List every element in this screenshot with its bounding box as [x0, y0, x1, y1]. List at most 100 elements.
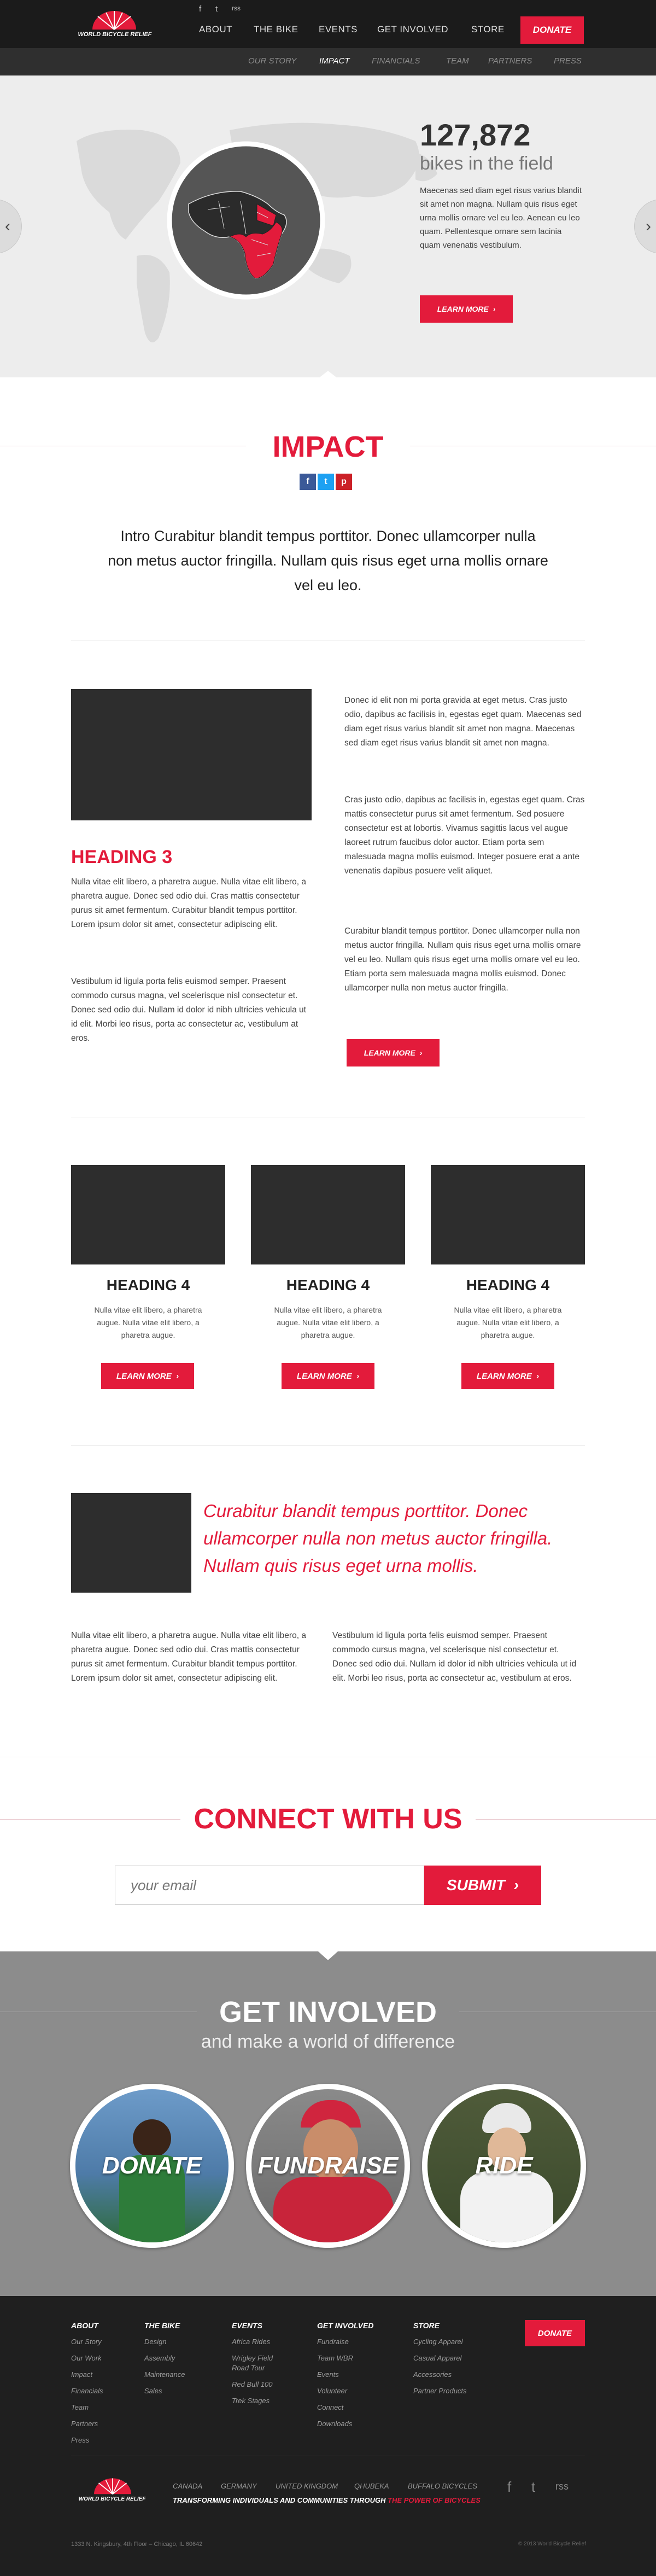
share-icons: f t p [300, 474, 352, 490]
nav-store[interactable]: STORE [471, 24, 505, 35]
footer-link[interactable]: Press [71, 2436, 89, 2444]
footer-link[interactable]: Partners [71, 2420, 98, 2428]
hero-body: Maecenas sed diam eget risus varius blan… [420, 186, 582, 250]
involved-subtitle: and make a world of difference [201, 2031, 455, 2052]
nav-events[interactable]: EVENTS [319, 24, 358, 35]
twitter-icon[interactable]: t [215, 4, 218, 14]
footer-col-about-title[interactable]: ABOUT [71, 2321, 98, 2330]
card-2-image [251, 1165, 405, 1264]
footer-link[interactable]: Maintenance [144, 2370, 185, 2379]
impact-title: IMPACT [272, 430, 384, 463]
footer-link[interactable]: Impact [71, 2370, 92, 2379]
footer-link[interactable]: Red Bull 100 [232, 2380, 272, 2388]
footer-link[interactable]: Trek Stages [232, 2397, 270, 2405]
footer-country-canada[interactable]: CANADA [173, 2482, 202, 2490]
footer-link[interactable]: Volunteer [317, 2387, 347, 2395]
submit-button[interactable]: SUBMIT › [424, 1866, 541, 1905]
donate-circle-link[interactable]: DONATE [70, 2084, 234, 2248]
footer-link[interactable]: Team WBR [317, 2354, 353, 2362]
footer-address: 1333 N. Kingsbury, 4th Floor – Chicago, … [71, 2541, 203, 2548]
nav-the-bike[interactable]: THE BIKE [254, 24, 298, 35]
quote-left-text: Nulla vitae elit libero, a pharetra augu… [71, 1631, 306, 1683]
twitter-share-icon[interactable]: t [318, 474, 334, 490]
rss-icon[interactable]: rss [232, 4, 241, 12]
footer-link[interactable]: Accessories [413, 2370, 452, 2379]
subnav-impact[interactable]: IMPACT [319, 56, 350, 66]
footer-tagline-a: TRANSFORMING INDIVIDUALS AND COMMUNITIES… [173, 2496, 388, 2504]
footer-link[interactable]: Design [144, 2338, 166, 2346]
subnav-our-story[interactable]: OUR STORY [248, 56, 296, 66]
card-2-learn-more-button[interactable]: LEARN MORE › [282, 1363, 374, 1389]
section3-right-p2: Cras justo odio, dapibus ac facilisis in… [344, 795, 585, 876]
card-1-learn-more-button[interactable]: LEARN MORE › [101, 1363, 194, 1389]
footer-link[interactable]: Wrigley Field [232, 2354, 273, 2362]
section3-learn-more-label: LEARN MORE [364, 1048, 415, 1057]
involved-title: GET INVOLVED [219, 1996, 437, 2029]
section3-right-p3: Curabitur blandit tempus porttitor. Done… [344, 926, 581, 993]
footer-col-store-title[interactable]: STORE [413, 2321, 440, 2330]
footer-link[interactable]: Connect [317, 2403, 343, 2411]
footer-logo-wheel-icon [94, 2478, 131, 2495]
subnav-press[interactable]: PRESS [554, 56, 582, 66]
subnav-team[interactable]: TEAM [446, 56, 469, 66]
ride-photo-jersey [460, 2171, 553, 2242]
get-involved-section: GET INVOLVED and make a world of differe… [0, 1951, 656, 2296]
facebook-icon[interactable]: f [199, 4, 201, 14]
footer-link[interactable]: Casual Apparel [413, 2354, 461, 2362]
footer-link[interactable]: Financials [71, 2387, 103, 2395]
email-input[interactable] [115, 1866, 424, 1905]
footer-country-qhubeka[interactable]: QHUBEKA [354, 2482, 389, 2490]
divider-3 [71, 1445, 585, 1446]
footer-col-events-title[interactable]: EVENTS [232, 2321, 262, 2330]
footer-link[interactable]: Road Tour [232, 2364, 265, 2372]
hero-learn-more-label: LEARN MORE [437, 305, 489, 313]
footer-link[interactable]: Sales [144, 2387, 162, 2395]
nav-about[interactable]: ABOUT [199, 24, 232, 35]
footer-col-involved-title[interactable]: GET INVOLVED [317, 2321, 373, 2330]
heading-3: HEADING 3 [71, 847, 173, 867]
footer-rss-icon[interactable]: rss [555, 2481, 569, 2492]
facebook-share-icon[interactable]: f [300, 474, 316, 490]
footer-country-buffalo[interactable]: BUFFALO BICYCLES [408, 2482, 477, 2490]
footer-link[interactable]: Our Story [71, 2338, 102, 2346]
pull-quote: Curabitur blandit tempus porttitor. Done… [203, 1501, 553, 1576]
logo[interactable]: WORLD BICYCLE RELIEF [71, 9, 159, 39]
subnav-financials[interactable]: FINANCIALS [372, 56, 420, 66]
donate-button[interactable]: DONATE [520, 16, 584, 44]
footer-donate-button[interactable]: DONATE [525, 2320, 585, 2346]
ride-circle-link[interactable]: RIDE [422, 2084, 586, 2248]
footer-country-germany[interactable]: GERMANY [221, 2482, 257, 2490]
footer-facebook-icon[interactable]: f [507, 2479, 511, 2496]
site-header: WORLD BICYCLE RELIEF f t rss ABOUT THE B… [0, 0, 656, 48]
footer-link[interactable]: Africa Rides [232, 2338, 270, 2346]
card-3-learn-more-button[interactable]: LEARN MORE › [461, 1363, 554, 1389]
footer-tagline-b: THE POWER OF BICYCLES [388, 2496, 481, 2504]
footer-country-uk[interactable]: UNITED KINGDOM [276, 2482, 338, 2490]
footer-logo-text: WORLD BICYCLE RELIEF [78, 2496, 146, 2502]
footer-tagline: TRANSFORMING INDIVIDUALS AND COMMUNITIES… [173, 2496, 481, 2504]
footer-col-bike-title[interactable]: THE BIKE [144, 2321, 180, 2330]
footer-link[interactable]: Our Work [71, 2354, 102, 2362]
card-2-heading: HEADING 4 [286, 1277, 370, 1293]
logo-text: WORLD BICYCLE RELIEF [78, 31, 152, 38]
pinterest-share-icon[interactable]: p [336, 474, 352, 490]
footer-twitter-icon[interactable]: t [531, 2479, 535, 2496]
footer-link[interactable]: Team [71, 2403, 89, 2411]
footer-link[interactable]: Assembly [144, 2354, 175, 2362]
footer-link[interactable]: Events [317, 2370, 339, 2379]
footer-link[interactable]: Downloads [317, 2420, 352, 2428]
nav-get-involved[interactable]: GET INVOLVED [377, 24, 448, 35]
hero-learn-more-button[interactable]: LEARN MORE › [420, 295, 513, 323]
quote-image [71, 1493, 191, 1593]
fundraise-circle-link[interactable]: FUNDRAISE [246, 2084, 410, 2248]
connect-divider-left [0, 1819, 180, 1820]
footer-logo[interactable]: WORLD BICYCLE RELIEF [71, 2476, 153, 2505]
footer-link[interactable]: Cycling Apparel [413, 2338, 463, 2346]
footer-link[interactable]: Partner Products [413, 2387, 467, 2395]
section3-learn-more-button[interactable]: LEARN MORE › [347, 1039, 440, 1066]
card-2-text: Nulla vitae elit libero, a pharetra augu… [274, 1306, 382, 1339]
subnav-partners[interactable]: PARTNERS [488, 56, 532, 66]
footer-link[interactable]: Fundraise [317, 2338, 349, 2346]
card-3-button-label: LEARN MORE [476, 1371, 532, 1381]
card-1-heading: HEADING 4 [106, 1277, 190, 1293]
